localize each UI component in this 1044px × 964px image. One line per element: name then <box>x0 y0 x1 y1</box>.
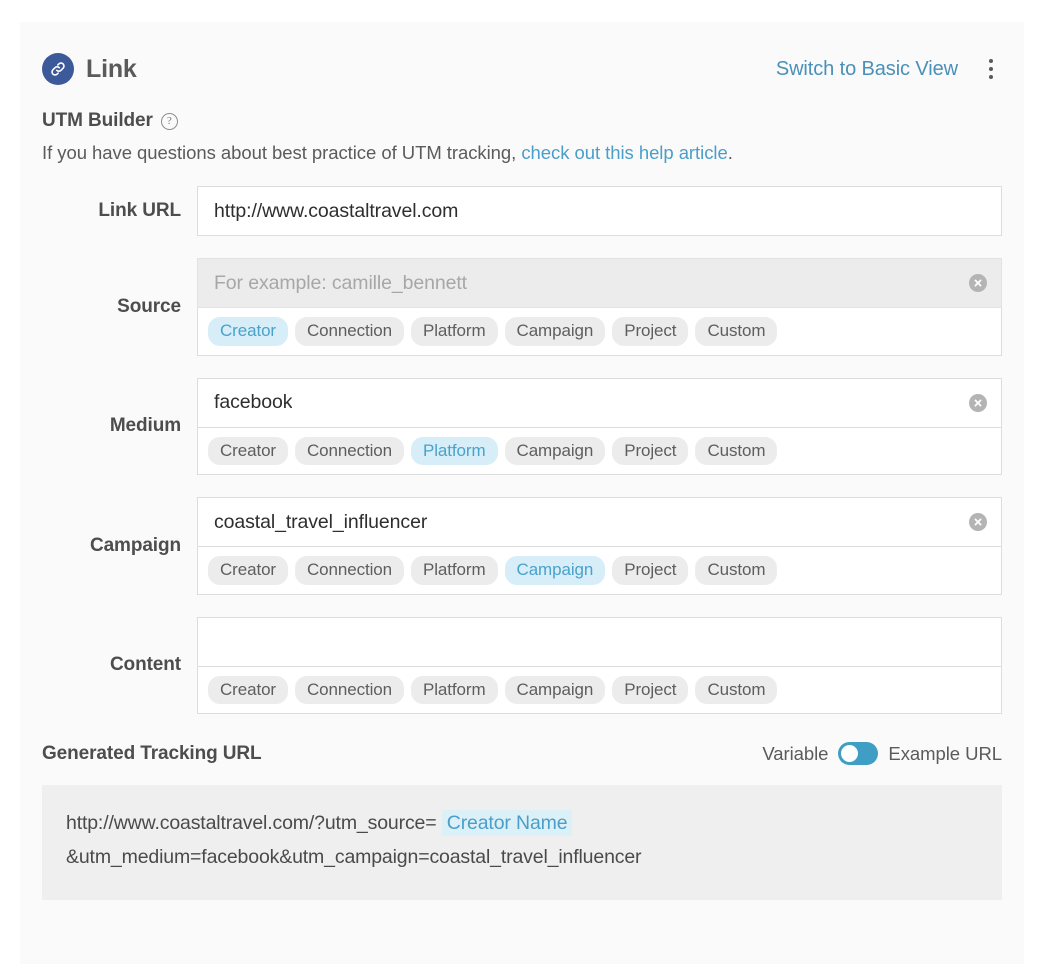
source-input[interactable]: For example: camille_bennett <box>197 258 1002 308</box>
toggle-label-variable: Variable <box>762 742 829 764</box>
source-field-wrap: For example: camille_bennett Creator Con… <box>197 258 1002 356</box>
help-article-link[interactable]: check out this help article <box>521 142 727 163</box>
content-input[interactable] <box>197 616 1002 667</box>
chip-connection[interactable]: Connection <box>295 556 405 585</box>
switch-to-basic-view-link[interactable]: Switch to Basic View <box>776 58 958 81</box>
content-chip-row: Creator Connection Platform Campaign Pro… <box>197 666 1002 715</box>
toggle-knob <box>841 745 859 763</box>
medium-field-wrap: facebook Creator Connection Platform Cam… <box>197 377 1002 476</box>
link-url-field-wrap: http://www.coastaltravel.com <box>197 186 1002 236</box>
form-row-link-url: Link URL http://www.coastaltravel.com <box>42 186 1002 236</box>
description-suffix: . <box>727 142 733 163</box>
utm-builder-heading-row: UTM Builder ? <box>20 84 1024 132</box>
generated-url-text[interactable]: http://www.coastaltravel.com/?utm_source… <box>66 807 978 874</box>
chip-campaign[interactable]: Campaign <box>504 436 606 466</box>
chip-connection[interactable]: Connection <box>295 317 405 346</box>
link-utm-builder-card: Link Switch to Basic View UTM Builder ? … <box>20 22 1024 964</box>
chip-platform[interactable]: Platform <box>411 436 498 466</box>
page-title: Link <box>86 54 137 83</box>
chip-creator[interactable]: Creator <box>208 317 288 346</box>
generated-url-header: Generated Tracking URL Variable Example … <box>20 736 1024 766</box>
variable-example-toggle-group: Variable Example URL <box>762 742 1002 766</box>
generated-url-output: http://www.coastaltravel.com/?utm_source… <box>42 785 1002 901</box>
medium-label: Medium <box>109 415 181 437</box>
chip-campaign[interactable]: Campaign <box>504 556 606 585</box>
utm-form: Link URL http://www.coastaltravel.com So… <box>20 164 1024 715</box>
toggle-label-example-url: Example URL <box>888 742 1002 764</box>
link-chain-icon <box>42 53 74 85</box>
link-url-value: http://www.coastaltravel.com <box>214 199 459 222</box>
campaign-chip-row: Creator Connection Platform Campaign Pro… <box>197 547 1002 595</box>
form-row-content: Content Creator Connection Platform Camp… <box>42 616 1002 715</box>
chip-project[interactable]: Project <box>612 556 689 585</box>
generated-url-part-2: &utm_medium=facebook&utm_campaign=coasta… <box>66 845 642 868</box>
campaign-label: Campaign <box>89 534 181 556</box>
kebab-dot <box>989 59 993 63</box>
form-row-source: Source For example: camille_bennett Crea… <box>42 258 1002 356</box>
chip-custom[interactable]: Custom <box>695 436 778 466</box>
chip-campaign[interactable]: Campaign <box>504 317 606 346</box>
campaign-input[interactable]: coastal_travel_influencer <box>197 497 1002 548</box>
chip-creator[interactable]: Creator <box>208 675 288 705</box>
campaign-field-wrap: coastal_travel_influencer Creator Connec… <box>197 497 1002 595</box>
kebab-dot <box>989 67 993 71</box>
page-root: Link Switch to Basic View UTM Builder ? … <box>0 0 1044 964</box>
chip-project[interactable]: Project <box>612 675 689 705</box>
kebab-menu-icon[interactable] <box>980 56 1002 82</box>
chip-custom[interactable]: Custom <box>695 556 778 585</box>
utm-builder-description: If you have questions about best practic… <box>20 132 1024 164</box>
medium-input[interactable]: facebook <box>197 377 1002 428</box>
medium-value: facebook <box>214 391 293 414</box>
description-prefix: If you have questions about best practic… <box>42 142 522 163</box>
chip-platform[interactable]: Platform <box>411 317 498 346</box>
utm-builder-heading: UTM Builder <box>42 110 153 131</box>
content-field-wrap: Creator Connection Platform Campaign Pro… <box>197 616 1002 715</box>
chip-creator[interactable]: Creator <box>208 436 288 466</box>
medium-chip-row: Creator Connection Platform Campaign Pro… <box>197 427 1002 476</box>
chip-project[interactable]: Project <box>612 436 689 466</box>
chip-creator[interactable]: Creator <box>208 556 288 585</box>
kebab-dot <box>989 75 993 79</box>
source-clear-icon[interactable] <box>969 274 987 292</box>
campaign-value: coastal_travel_influencer <box>214 510 428 533</box>
link-url-input[interactable]: http://www.coastaltravel.com <box>197 186 1002 236</box>
variable-example-toggle[interactable] <box>838 742 879 766</box>
source-chip-row: Creator Connection Platform Campaign Pro… <box>197 308 1002 356</box>
chip-custom[interactable]: Custom <box>695 675 778 705</box>
source-label: Source <box>117 295 181 317</box>
generated-url-part-1: http://www.coastaltravel.com/?utm_source… <box>66 812 437 835</box>
chip-platform[interactable]: Platform <box>411 556 498 585</box>
chip-connection[interactable]: Connection <box>295 675 405 705</box>
chip-project[interactable]: Project <box>612 317 689 346</box>
form-row-campaign: Campaign coastal_travel_influencer Creat… <box>42 497 1002 595</box>
link-url-label: Link URL <box>98 200 181 221</box>
generated-url-title: Generated Tracking URL <box>42 742 262 764</box>
form-row-medium: Medium facebook Creator Connection Platf… <box>42 377 1002 476</box>
generated-url-variable-token: Creator Name <box>441 810 573 837</box>
question-mark-icon[interactable]: ? <box>160 112 178 130</box>
source-placeholder: For example: camille_bennett <box>214 271 467 294</box>
chip-connection[interactable]: Connection <box>295 436 405 466</box>
chip-platform[interactable]: Platform <box>411 675 498 705</box>
chip-campaign[interactable]: Campaign <box>504 675 606 705</box>
content-label: Content <box>109 654 181 676</box>
card-header: Link Switch to Basic View <box>20 22 1024 85</box>
medium-clear-icon[interactable] <box>969 393 987 412</box>
campaign-clear-icon[interactable] <box>969 513 987 532</box>
chip-custom[interactable]: Custom <box>695 317 778 346</box>
